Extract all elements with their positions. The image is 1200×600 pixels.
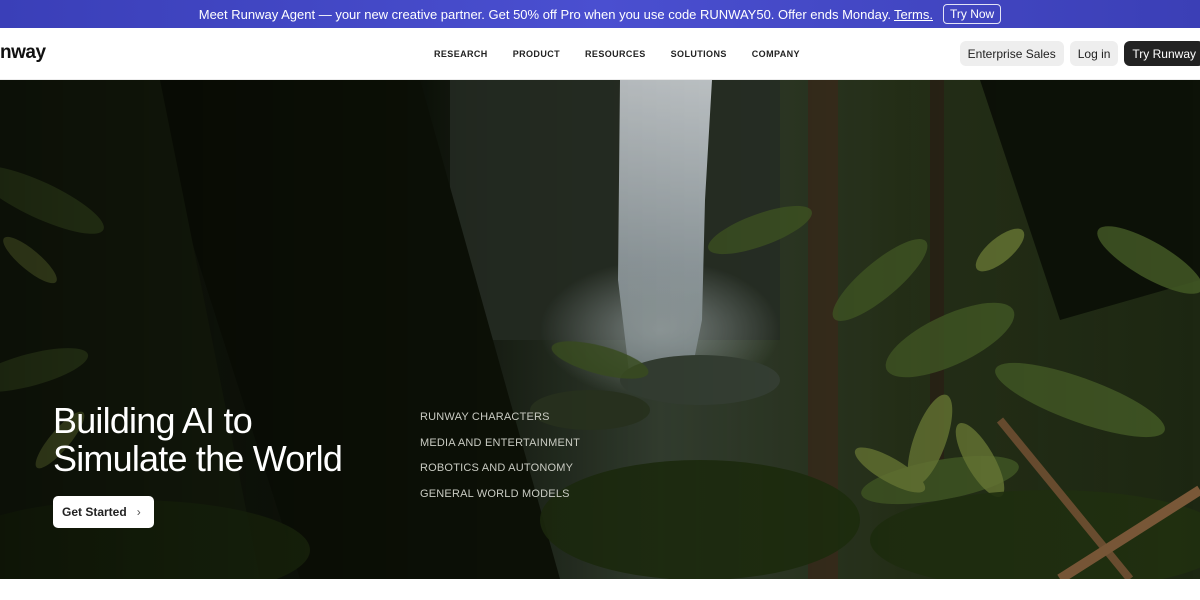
promo-banner: Meet Runway Agent — your new creative pa… (0, 0, 1200, 28)
nav-actions: Enterprise Sales Log in Try Runway (959, 41, 1200, 66)
link-media-entertainment[interactable]: MEDIA AND ENTERTAINMENT (420, 437, 580, 449)
get-started-label: Get Started (62, 505, 127, 519)
chevron-right-icon: › (136, 505, 141, 519)
link-general-world-models[interactable]: GENERAL WORLD MODELS (420, 488, 580, 500)
enterprise-sales-button[interactable]: Enterprise Sales (959, 41, 1064, 66)
nav-resources[interactable]: RESOURCES (585, 49, 646, 59)
promo-terms-link[interactable]: Terms. (894, 7, 933, 22)
link-runway-characters[interactable]: RUNWAY CHARACTERS (420, 411, 580, 423)
link-robotics-autonomy[interactable]: ROBOTICS AND AUTONOMY (420, 462, 580, 474)
get-started-button[interactable]: Get Started › (53, 496, 154, 528)
nav-solutions[interactable]: SOLUTIONS (671, 49, 727, 59)
try-runway-button[interactable]: Try Runway (1124, 41, 1200, 66)
hero-title: Building AI to Simulate the World (53, 400, 343, 479)
promo-text: Meet Runway Agent — your new creative pa… (198, 6, 891, 22)
nav-company[interactable]: COMPANY (752, 49, 800, 59)
nav-research[interactable]: RESEARCH (434, 49, 488, 59)
top-navigation: runway RESEARCH PRODUCT RESOURCES SOLUTI… (0, 28, 1200, 80)
runway-logo[interactable]: runway (0, 42, 46, 64)
try-now-button[interactable]: Try Now (943, 4, 1002, 24)
hero-section: Building AI to Simulate the World Get St… (0, 80, 1200, 579)
nav-links: RESEARCH PRODUCT RESOURCES SOLUTIONS COM… (434, 49, 825, 59)
nav-product[interactable]: PRODUCT (513, 49, 560, 59)
jungle-waterfall-background (0, 80, 1200, 579)
hero-title-line-2: Simulate the World (53, 438, 343, 479)
hero-links: RUNWAY CHARACTERS MEDIA AND ENTERTAINMEN… (420, 411, 580, 513)
login-button[interactable]: Log in (1069, 41, 1119, 66)
hero-title-line-1: Building AI to (53, 400, 253, 441)
